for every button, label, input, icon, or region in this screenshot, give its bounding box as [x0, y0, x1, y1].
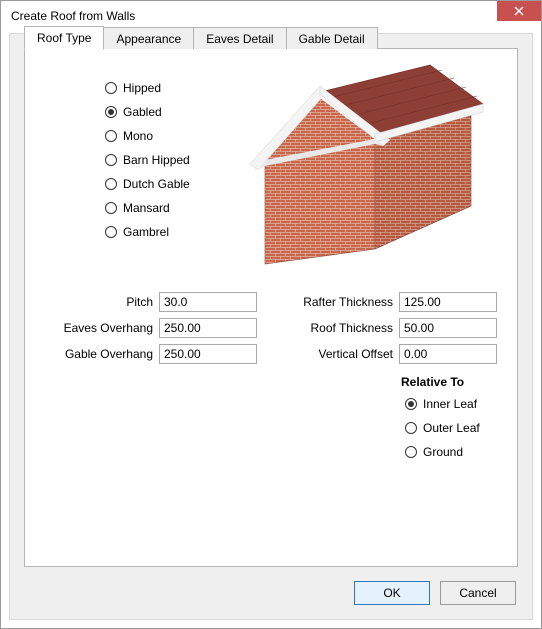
radio-icon	[105, 202, 117, 214]
eaves-overhang-input[interactable]	[159, 318, 257, 338]
field-pitch: Pitch	[41, 289, 257, 315]
dialog-window: Create Roof from Walls Roof Type Appeara…	[0, 0, 542, 629]
radio-icon	[105, 178, 117, 190]
close-button[interactable]	[497, 1, 541, 21]
radio-icon	[405, 422, 417, 434]
button-label: Cancel	[459, 586, 496, 600]
radio-label: Dutch Gable	[123, 177, 190, 191]
radio-icon	[105, 130, 117, 142]
field-roof-thickness: Roof Thickness	[281, 315, 497, 341]
dialog-buttons: OK Cancel	[354, 581, 516, 605]
roof-preview-svg	[225, 64, 485, 274]
tab-gable-detail[interactable]: Gable Detail	[286, 27, 378, 49]
tab-label: Roof Type	[37, 31, 91, 45]
radio-label: Mansard	[123, 201, 170, 215]
radio-label: Gabled	[123, 105, 162, 119]
radio-label: Mono	[123, 129, 153, 143]
field-label: Pitch	[41, 295, 159, 309]
radio-label: Gambrel	[123, 225, 169, 239]
radio-gambrel[interactable]: Gambrel	[105, 223, 190, 241]
window-title: Create Roof from Walls	[11, 9, 135, 23]
field-eaves-overhang: Eaves Overhang	[41, 315, 257, 341]
pitch-input[interactable]	[159, 292, 257, 312]
radio-mansard[interactable]: Mansard	[105, 199, 190, 217]
roof-preview	[225, 64, 485, 274]
button-label: OK	[383, 586, 400, 600]
field-rafter-thickness: Rafter Thickness	[281, 289, 497, 315]
field-label: Eaves Overhang	[41, 321, 159, 335]
radio-barn-hipped[interactable]: Barn Hipped	[105, 151, 190, 169]
radio-icon	[405, 446, 417, 458]
radio-hipped[interactable]: Hipped	[105, 79, 190, 97]
field-gable-overhang: Gable Overhang	[41, 341, 257, 367]
tab-eaves-detail[interactable]: Eaves Detail	[193, 27, 286, 49]
tab-appearance[interactable]: Appearance	[103, 27, 194, 49]
vertical-offset-input[interactable]	[399, 344, 497, 364]
dialog-content: Roof Type Appearance Eaves Detail Gable …	[9, 33, 533, 620]
tab-roof-type[interactable]: Roof Type	[24, 26, 104, 50]
cancel-button[interactable]: Cancel	[440, 581, 516, 605]
radio-icon	[105, 154, 117, 166]
radio-label: Barn Hipped	[123, 153, 190, 167]
radio-outer-leaf[interactable]: Outer Leaf	[405, 419, 497, 437]
radio-inner-leaf[interactable]: Inner Leaf	[405, 395, 497, 413]
radio-gabled[interactable]: Gabled	[105, 103, 190, 121]
tab-label: Appearance	[116, 32, 181, 46]
roof-type-group: Hipped Gabled Mono Barn Hipped Dutch Gab…	[105, 79, 190, 241]
radio-label: Ground	[423, 445, 463, 459]
radio-label: Inner Leaf	[423, 397, 477, 411]
tab-label: Eaves Detail	[206, 32, 273, 46]
radio-label: Hipped	[123, 81, 161, 95]
fields-area: Pitch Eaves Overhang Gable Overhang	[41, 289, 501, 461]
radio-icon	[105, 82, 117, 94]
relative-to-label: Relative To	[401, 375, 497, 389]
radio-dutch-gable[interactable]: Dutch Gable	[105, 175, 190, 193]
relative-to-group: Inner Leaf Outer Leaf Ground	[405, 395, 497, 461]
field-label: Roof Thickness	[281, 321, 399, 335]
tab-panel: Roof Type Appearance Eaves Detail Gable …	[24, 48, 518, 567]
radio-icon	[405, 398, 417, 410]
field-vertical-offset: Vertical Offset	[281, 341, 497, 367]
ok-button[interactable]: OK	[354, 581, 430, 605]
radio-icon	[105, 106, 117, 118]
tab-label: Gable Detail	[299, 32, 365, 46]
tabstrip: Roof Type Appearance Eaves Detail Gable …	[24, 27, 377, 50]
radio-icon	[105, 226, 117, 238]
radio-mono[interactable]: Mono	[105, 127, 190, 145]
radio-label: Outer Leaf	[423, 421, 480, 435]
close-icon	[514, 6, 524, 16]
radio-ground[interactable]: Ground	[405, 443, 497, 461]
field-label: Gable Overhang	[41, 347, 159, 361]
gable-overhang-input[interactable]	[159, 344, 257, 364]
field-label: Vertical Offset	[281, 347, 399, 361]
roof-thickness-input[interactable]	[399, 318, 497, 338]
rafter-thickness-input[interactable]	[399, 292, 497, 312]
field-label: Rafter Thickness	[281, 295, 399, 309]
